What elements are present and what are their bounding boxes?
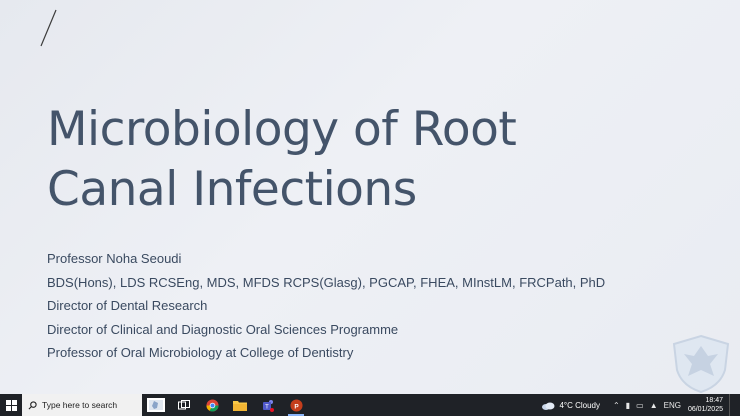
search-icon: [28, 400, 37, 409]
cloud-icon: [542, 402, 555, 410]
clock[interactable]: 18:47 06/01/2025: [688, 396, 723, 414]
file-explorer-icon[interactable]: [226, 394, 254, 416]
presenter-role-2: Director of Clinical and Diagnostic Oral…: [47, 321, 399, 337]
presentation-slide: Microbiology of Root Canal Infections Pr…: [0, 0, 740, 394]
network-icon[interactable]: ▭: [636, 401, 644, 410]
task-view-icon[interactable]: [170, 394, 198, 416]
slide-title-line-2: Canal Infections: [47, 162, 417, 217]
system-tray: 4°C Cloudy ⌃ ▮ ▭ ▲ ENG 18:47 06/01/2025: [541, 394, 740, 416]
slide-thumbnail-icon[interactable]: [142, 394, 170, 416]
svg-text:P: P: [294, 403, 299, 410]
decorative-slash-line: [40, 9, 57, 47]
slide-title: Microbiology of Root Canal Infections: [47, 100, 667, 220]
slide-title-line-1: Microbiology of Root: [47, 102, 517, 157]
presenter-role-1: Director of Dental Research: [47, 298, 208, 313]
chrome-icon[interactable]: [198, 394, 226, 416]
microphone-icon[interactable]: ▮: [626, 401, 630, 410]
volume-icon[interactable]: ▲: [650, 401, 658, 410]
weather-text: 4°C Cloudy: [559, 400, 601, 410]
windows-start-icon[interactable]: [0, 394, 22, 416]
watermark-shield-logo: [672, 334, 730, 394]
clock-date: 06/01/2025: [687, 406, 723, 413]
taskbar-search-box[interactable]: Type here to search: [22, 394, 142, 416]
presenter-qualifications: BDS(Hons), LDS RCSEng, MDS, MFDS RCPS(Gl…: [47, 274, 606, 290]
clock-time: 18:47: [705, 397, 723, 404]
show-desktop-button[interactable]: [729, 394, 740, 416]
powerpoint-icon[interactable]: P: [282, 394, 310, 416]
chevron-up-icon[interactable]: ⌃: [613, 401, 620, 410]
presenter-role-3: Professor of Oral Microbiology at Colleg…: [47, 345, 354, 360]
windows-taskbar: Type here to search T P 4°C Cloudy ⌃ ▮ ▭…: [0, 394, 740, 416]
search-placeholder: Type here to search: [42, 400, 118, 410]
language-indicator[interactable]: ENG: [664, 401, 681, 410]
presenter-name: Professor Noha Seoudi: [47, 251, 182, 266]
svg-text:T: T: [265, 404, 269, 410]
weather-widget[interactable]: 4°C Cloudy: [541, 401, 600, 410]
teams-icon[interactable]: T: [254, 394, 282, 416]
slide-subtitle: Professor Noha Seoudi BDS(Hons), LDS RCS…: [47, 247, 605, 365]
